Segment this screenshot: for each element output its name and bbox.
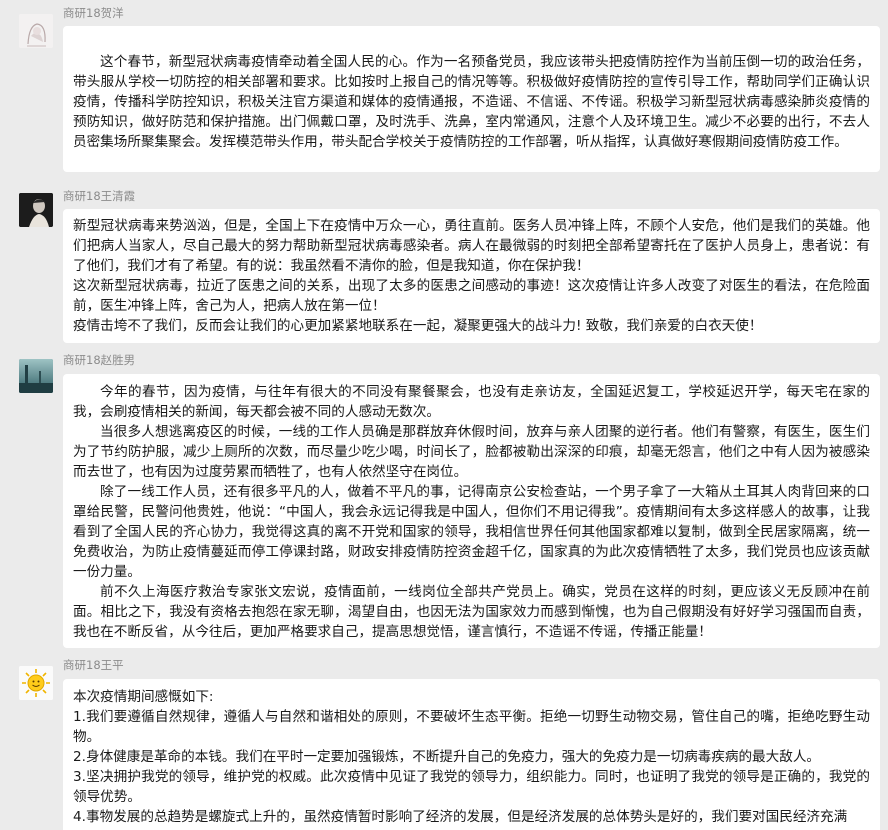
message-paragraph: 当很多人想逃离疫区的时候，一线的工作人员确是那群放弃休假时间，放弃与亲人团聚的逆…	[73, 424, 870, 480]
chat-message: 商研18赵胜男 今年的春节，因为疫情，与往年有很大的不同没有聚餐聚会，也没有走亲…	[0, 353, 888, 651]
message-paragraph: 3.坚决拥护我党的领导，维护党的权威。此次疫情中见证了我党的领导力，组织能力。同…	[73, 769, 870, 805]
message-paragraph: 1.我们要遵循自然规律，遵循人与自然和谐相处的原则，不要破坏生态平衡。拒绝一切野…	[73, 709, 870, 745]
avatar[interactable]	[19, 193, 53, 227]
chat-message: 商研18王清霞 新型冠状病毒来势汹汹，但是，全国上下在疫情中万众一心，勇往直前。…	[0, 189, 888, 349]
message-paragraph: 前不久上海医疗救治专家张文宏说，疫情面前，一线岗位全部共产党员上。确实，党员在这…	[73, 584, 870, 640]
message-paragraph: 本次疫情期间感慨如下:	[73, 689, 214, 705]
sender-name: 商研18王平	[63, 658, 124, 672]
chat-message: 商研18王平 本次疫情期间感慨如下: 1.我们要遵循自然规律，遵循人与自然和谐相…	[0, 658, 888, 830]
message-paragraph: 4.事物发展的总趋势是螺旋式上升的，虽然疫情暂时影响了经济的发展，但是经济发展的…	[73, 809, 848, 825]
message-paragraph: 除了一线工作人员，还有很多平凡的人，做着不平凡的事，记得南京公安检查站，一个男子…	[73, 484, 870, 580]
message-paragraph: 2.身体健康是革命的本钱。我们在平时一定要加强锻炼，不断提升自己的免疫力，强大的…	[73, 749, 821, 765]
message-paragraph: 这次新型冠状病毒，拉近了医患之间的关系，出现了太多的医患之间感动的事迹！这次疫情…	[73, 278, 870, 314]
message-bubble: 新型冠状病毒来势汹汹，但是，全国上下在疫情中万众一心，勇往直前。医务人员冲锋上阵…	[63, 209, 880, 343]
message-bubble: 本次疫情期间感慨如下: 1.我们要遵循自然规律，遵循人与自然和谐相处的原则，不要…	[63, 679, 880, 830]
message-paragraph: 新型冠状病毒来势汹汹，但是，全国上下在疫情中万众一心，勇往直前。医务人员冲锋上阵…	[73, 218, 870, 274]
message-paragraph: 这个春节，新型冠状病毒疫情牵动着全国人民的心。作为一名预备党员，我应该带头把疫情…	[73, 54, 870, 150]
message-bubble: 今年的春节，因为疫情，与往年有很大的不同没有聚餐聚会，也没有走亲访友，全国延迟复…	[63, 374, 880, 648]
sender-name: 商研18贺洋	[63, 6, 124, 20]
sender-name: 商研18赵胜男	[63, 353, 136, 367]
sender-name: 商研18王清霞	[63, 189, 136, 203]
message-paragraph: 疫情击垮不了我们，反而会让我们的心更加紧紧地联系在一起，凝聚更强大的战斗力! 致…	[73, 318, 763, 334]
avatar[interactable]	[19, 14, 53, 48]
avatar-teal-landscape-icon	[19, 359, 53, 393]
avatar-girl-sketch-icon	[19, 14, 53, 48]
message-paragraph: 今年的春节，因为疫情，与往年有很大的不同没有聚餐聚会，也没有走亲访友，全国延迟复…	[73, 384, 870, 420]
avatar-sun-emoji-icon	[19, 666, 53, 700]
avatar[interactable]	[19, 666, 53, 700]
avatar[interactable]	[19, 359, 53, 393]
chat-message: 商研18贺洋 这个春节，新型冠状病毒疫情牵动着全国人民的心。作为一名预备党员，我…	[0, 6, 888, 178]
message-bubble: 这个春节，新型冠状病毒疫情牵动着全国人民的心。作为一名预备党员，我应该带头把疫情…	[63, 26, 880, 172]
avatar-dark-portrait-icon	[19, 193, 53, 227]
